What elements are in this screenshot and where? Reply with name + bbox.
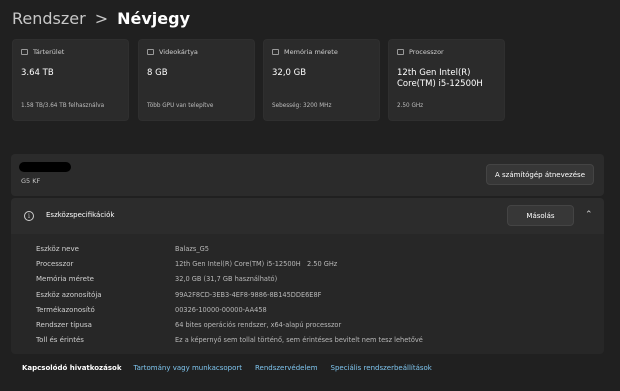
device-model: G5 KF [21, 177, 41, 185]
spec-row: Eszköz neve Balazs_G5 [11, 241, 604, 256]
spec-key: Termékazonosító [36, 305, 95, 314]
about-page: Rendszer > Névjegy Tárterület 3.64 TB 1.… [0, 0, 620, 391]
info-icon: i [24, 211, 34, 221]
specs-header[interactable]: i Eszközspecifikációk Másolás ⌃ [11, 198, 604, 234]
copy-button[interactable]: Másolás [507, 205, 574, 226]
spec-row: Processzor 12th Gen Intel(R) Core(TM) i5-… [11, 256, 604, 271]
specs-title: Eszközspecifikációk [46, 211, 115, 219]
breadcrumb: Rendszer > Névjegy [12, 6, 190, 30]
card-subtext: 1.58 TB/3.64 TB felhasználva [21, 103, 105, 109]
processor-card: Processzor 12th Gen Intel(R) Core(TM) i5… [388, 39, 505, 121]
spec-row: Memória mérete 32,0 GB (31,7 GB használha… [11, 272, 604, 287]
spec-key: Toll és érintés [36, 336, 84, 345]
spec-value: 64 bites operációs rendszer, x64-alapú p… [175, 321, 342, 330]
memory-card: Memória mérete 32,0 GB Sebesség: 3200 MH… [263, 39, 380, 121]
card-value: 12th Gen Intel(R) Core(TM) i5-12500H [397, 68, 483, 89]
memory-icon [272, 49, 279, 55]
related-links-title: Kapcsolódó hivatkozások [22, 364, 122, 372]
spec-row: Termékazonosító 00326-10000-00000-AA458 [11, 302, 604, 317]
breadcrumb-system[interactable]: Rendszer [12, 9, 86, 28]
card-subtext: Sebesség: 3200 MHz [272, 103, 332, 109]
specs-list: Eszköz neve Balazs_G5 Processzor 12th Gen … [11, 241, 604, 348]
storage-icon [21, 49, 28, 55]
redacted-device-name [19, 162, 71, 172]
chevron-up-icon[interactable]: ⌃ [585, 211, 593, 220]
gpu-card: Videokártya 8 GB Több GPU van telepítve [138, 39, 255, 121]
spec-key: Memória mérete [36, 275, 94, 284]
card-value: 8 GB [147, 68, 168, 78]
card-label: Processzor [409, 48, 444, 56]
chevron-right-icon: > [94, 8, 109, 28]
card-value: 32,0 GB [272, 68, 307, 78]
spec-row: Eszköz azonosítója 99A2F8CD-3EB3-4EF8-988… [11, 287, 604, 302]
spec-value: Balazs_G5 [175, 244, 209, 253]
spec-value: 12th Gen Intel(R) Core(TM) i5-12500H 2.5… [175, 259, 338, 268]
spec-row: Toll és érintés Ez a képernyő sem tollal … [11, 333, 604, 348]
processor-icon [397, 49, 404, 55]
rename-pc-button[interactable]: A számítógép átnevezése [486, 164, 594, 185]
spec-value: 00326-10000-00000-AA458 [175, 305, 267, 314]
spec-key: Rendszer típusa [36, 321, 92, 330]
device-panel: G5 KF A számítógép átnevezése [11, 154, 604, 196]
spec-key: Processzor [36, 259, 74, 268]
spec-value: Ez a képernyő sem tollal történő, sem ér… [175, 336, 423, 345]
link-advanced-system-settings[interactable]: Speciális rendszerbeállítások [331, 364, 432, 372]
storage-card: Tárterület 3.64 TB 1.58 TB/3.64 TB felha… [12, 39, 129, 121]
card-value: 3.64 TB [21, 68, 54, 78]
card-subtext: Több GPU van telepítve [147, 103, 214, 109]
card-label: Tárterület [33, 48, 65, 56]
card-label: Videokártya [159, 48, 198, 56]
link-domain-workgroup[interactable]: Tartomány vagy munkacsoport [133, 364, 242, 372]
link-system-protection[interactable]: Rendszervédelem [255, 364, 318, 372]
card-label: Memória mérete [284, 48, 338, 56]
spec-key: Eszköz azonosítója [36, 290, 102, 299]
spec-row: Rendszer típusa 64 bites operációs rendsz… [11, 317, 604, 332]
page-title: Névjegy [117, 8, 190, 28]
gpu-icon [147, 49, 154, 55]
spec-value: 99A2F8CD-3EB3-4EF8-9886-8B145DDE6E8F [175, 290, 322, 299]
spec-value: 32,0 GB (31,7 GB használható) [175, 275, 278, 284]
spec-key: Eszköz neve [36, 244, 79, 253]
card-subtext: 2.50 GHz [397, 103, 424, 109]
related-links: Kapcsolódó hivatkozások Tartomány vagy m… [22, 364, 445, 372]
device-specifications: i Eszközspecifikációk Másolás ⌃ Eszköz n… [11, 198, 604, 354]
